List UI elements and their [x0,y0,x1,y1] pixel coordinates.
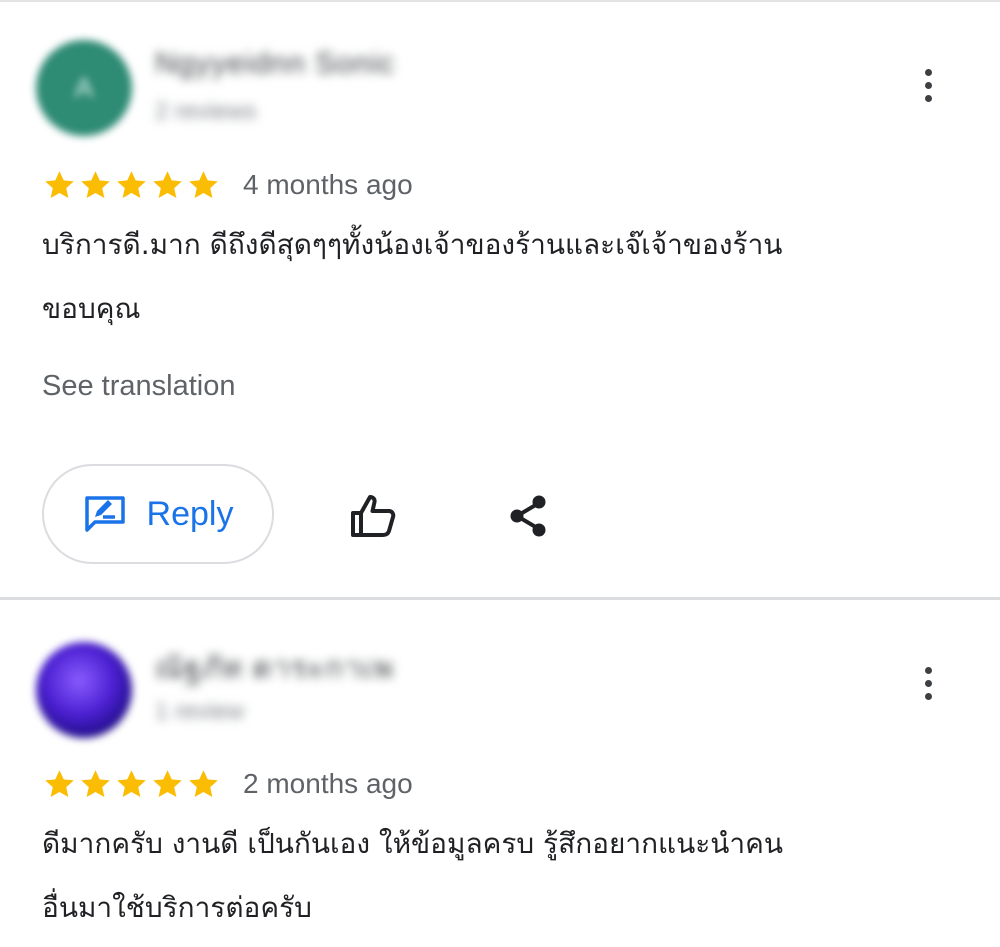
star-icon [45,170,74,198]
reviewer-review-count: 1 review [155,698,245,725]
more-options-button[interactable] [910,657,946,709]
rate-review-icon [84,496,125,532]
rating-row: 4 months ago [42,165,413,205]
reply-button[interactable]: Reply [42,464,274,564]
share-icon [510,495,546,537]
review-card: ณัฐภัท ตาระกาเพ 1 review 2 months ago ดี… [0,600,1000,947]
thumb-up-icon [351,495,396,537]
review-text-line: ดีมากครับ งานดี เป็นกันเอง ให้ข้อมูลครบ … [42,827,784,860]
reviewer-name[interactable]: ณัฐภัท ตาระกาเพ [155,645,394,692]
reply-button-label: Reply [146,494,234,533]
review-text: ดีมากครับ งานดี เป็นกันเอง ให้ข้อมูลครบ … [42,812,962,940]
star-icon [117,769,146,797]
review-date: 2 months ago [243,768,413,799]
more-options-button[interactable] [910,59,946,111]
reviewer-review-count: 2 reviews [155,98,257,125]
review-text-line: ขอบคุณ [42,292,141,325]
more-vert-icon-dot [924,94,932,102]
star-icon [189,769,218,797]
share-button[interactable] [500,486,556,546]
star-icon [81,769,110,797]
review-text-line: บริการดี.มาก ดีถึงดีสุดๆๆทั้งน้องเจ้าของ… [42,228,783,261]
review-card: A Ngyyeidnn Sonic 2 reviews 4 months ago… [0,0,1000,598]
star-icon [81,170,110,198]
like-button[interactable] [343,486,403,546]
review-text-line: อื่นมาใช้บริการต่อครับ [42,891,312,924]
more-vert-icon [924,68,932,76]
avatar-letter: A [74,72,94,103]
star-icon [153,769,182,797]
see-translation-link[interactable]: See translation [42,370,235,403]
more-vert-icon-dot [924,679,932,687]
more-vert-icon-dot [924,81,932,89]
rating-row: 2 months ago [42,764,413,804]
more-vert-icon-dot [924,692,932,700]
avatar[interactable] [36,642,132,738]
star-rating [42,767,221,802]
star-icon [45,769,74,797]
star-icon [189,170,218,198]
avatar[interactable]: A [36,40,132,136]
star-icon [153,170,182,198]
reviewer-name[interactable]: Ngyyeidnn Sonic [155,47,395,81]
more-vert-icon [924,666,932,674]
review-date: 4 months ago [243,169,413,200]
star-icon [117,170,146,198]
star-rating [42,168,221,203]
review-text: บริการดี.มาก ดีถึงดีสุดๆๆทั้งน้องเจ้าของ… [42,213,962,341]
